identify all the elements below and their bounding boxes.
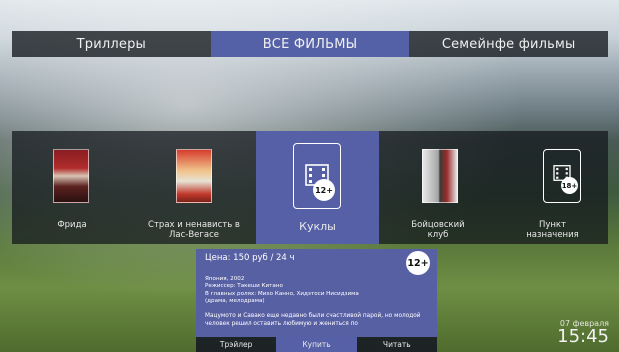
carousel-item-fight-club[interactable]: Бойцовский клуб (379, 131, 497, 244)
age-rating-badge: 18+ (561, 177, 578, 194)
tab-label: Триллеры (76, 36, 147, 52)
meta-director: Режиссер: Такеши Китано (205, 283, 283, 290)
trailer-button[interactable]: Трэйлер (196, 337, 276, 352)
movie-carousel: Фрида Страх и ненависть в Лас-Вегасе 12+… (12, 131, 608, 244)
read-button[interactable]: Читать (357, 337, 437, 352)
poster-image (53, 149, 89, 203)
tab-label: ВСЕ ФИЛЬМЫ (262, 36, 358, 52)
movie-meta: Япония, 2002 Режиссер: Такеши Китано В г… (205, 276, 430, 306)
item-title: Страх и ненависть в Лас-Вегасе (148, 220, 240, 240)
poster-image (422, 149, 458, 203)
poster-placeholder: 12+ (293, 143, 341, 209)
item-title: Куклы (299, 220, 336, 233)
price-text: Цена: 150 руб / 24 ч (205, 253, 295, 263)
meta-genre: (драма, мелодрама) (205, 298, 265, 305)
carousel-item-frida[interactable]: Фрида (12, 131, 132, 244)
clock: 07 февраля 15:45 (557, 319, 609, 346)
buy-button[interactable]: Купить (276, 337, 357, 352)
category-tabs: Триллеры ВСЕ ФИЛЬМЫ Семейнфе фильмы (12, 31, 608, 57)
tab-label: Семейнфе фильмы (441, 36, 576, 52)
clock-time: 15:45 (557, 326, 609, 347)
carousel-item-final-destination[interactable]: 18+ Пункт назначения (497, 131, 608, 244)
tab-family-films[interactable]: Семейнфе фильмы (409, 31, 608, 57)
button-label: Трэйлер (219, 340, 253, 349)
carousel-item-dolls[interactable]: 12+ Куклы (256, 131, 379, 244)
meta-cast: В главных ролях: Михо Канно, Хидэтоси Ни… (205, 290, 359, 297)
poster-image (176, 149, 212, 203)
item-title: Бойцовский клуб (411, 220, 465, 240)
tab-all-films[interactable]: ВСЕ ФИЛЬМЫ (210, 31, 410, 57)
action-bar: Трэйлер Купить Читать (196, 337, 437, 352)
button-label: Читать (382, 340, 411, 349)
tv-screen: Триллеры ВСЕ ФИЛЬМЫ Семейнфе фильмы Фрид… (0, 0, 619, 352)
movie-description: Мацумото и Савако еще недавно были счаст… (205, 313, 421, 327)
movie-details-panel: Цена: 150 руб / 24 ч 12+ Япония, 2002 Ре… (196, 249, 437, 337)
carousel-item-fear-and-loathing[interactable]: Страх и ненависть в Лас-Вегасе (132, 131, 256, 244)
clock-date: 07 февраля (559, 319, 609, 328)
meta-country-year: Япония, 2002 (205, 276, 245, 282)
item-title: Пункт назначения (526, 220, 579, 240)
age-rating-badge: 12+ (313, 179, 335, 201)
item-title: Фрида (57, 220, 87, 230)
age-rating-badge: 12+ (406, 251, 430, 275)
tab-thrillers[interactable]: Триллеры (12, 31, 211, 57)
poster-placeholder: 18+ (543, 149, 581, 203)
button-label: Купить (302, 340, 331, 349)
